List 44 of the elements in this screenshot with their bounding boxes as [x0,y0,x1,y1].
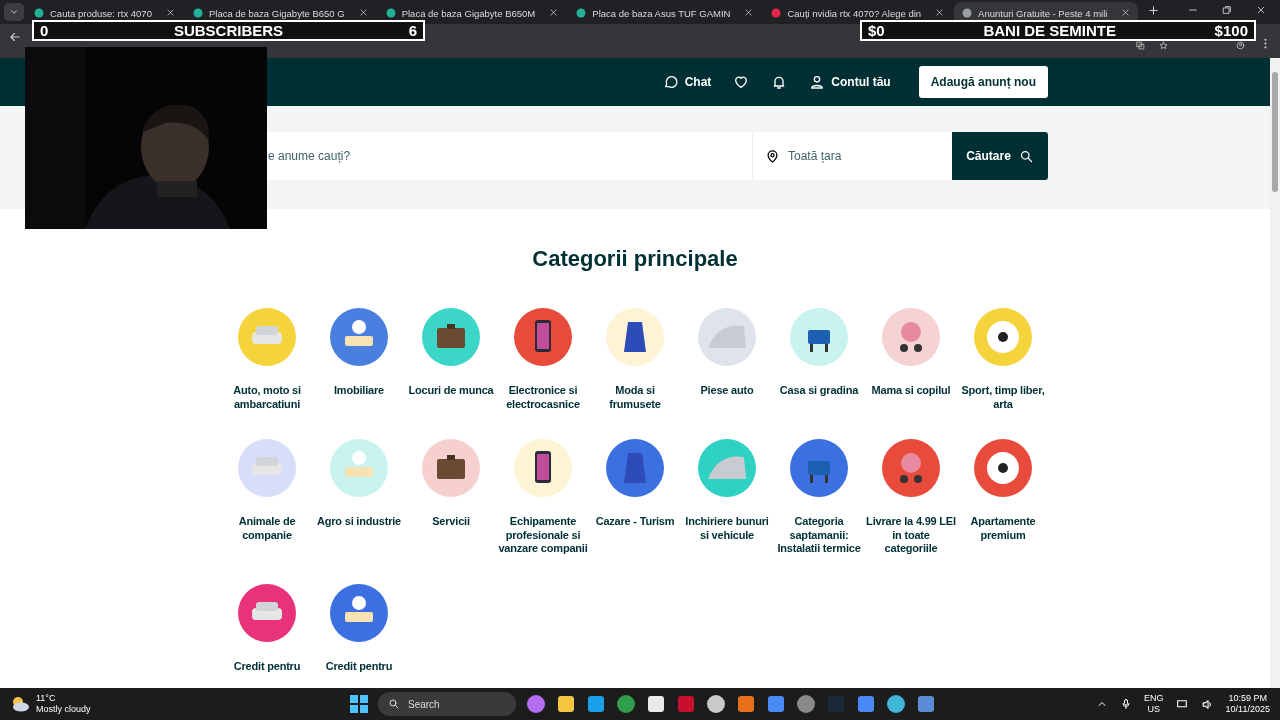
account-link[interactable]: Contul tău [809,74,891,90]
chat-link[interactable]: Chat [662,74,712,90]
category-link[interactable]: Imobiliare [313,384,405,398]
language-text: ENG [1144,693,1164,704]
category-link[interactable]: Auto, moto si ambarcatiuni [221,384,313,411]
browser-tab[interactable]: Placa de baza Gigabyte B650 G [208,7,345,19]
goal-value: $100 [1214,22,1248,39]
category-link[interactable]: Moda si frumusete [589,384,681,411]
category-link[interactable]: Inchiriere bunuri si vehicule [681,515,773,542]
browser-tab[interactable]: Placa de baza Asus TUF GAMIN [592,7,731,19]
taskbar-search[interactable]: Search [378,692,516,716]
category-link[interactable]: Locuri de munca [405,384,497,398]
category-link[interactable]: Sport, timp liber, arta [957,384,1049,411]
category-link[interactable]: Animale de companie [221,515,313,542]
category-link[interactable]: Electronice si electrocasnice [497,384,589,411]
browser-tab[interactable]: Cauta produse: rtx 4070 [50,7,152,19]
category-link[interactable]: Mama si copilul [865,384,957,398]
category-link[interactable]: Casa si gradina [773,384,865,398]
category-link[interactable]: Categoria saptamanii: Instalatii termice [773,515,865,556]
category-link[interactable]: Livrare la 4.99 LEI in toate categoriile [865,515,957,556]
counter-value: 0 [40,22,49,39]
clock-time: 10:59 PM [1227,693,1269,704]
temperature: 11°C [36,693,57,704]
goal-label: BANI DE SEMINTE [983,22,1116,39]
category-link[interactable]: Piese auto [681,384,773,398]
search-field[interactable]: e anume cauți? [268,132,752,180]
category-link[interactable]: Credit pentru [313,659,405,673]
section-title: Categorii principale [532,246,738,272]
browser-tab[interactable]: Placa de baza Gigabyte B650M [401,7,536,19]
counter-value: 6 [408,22,417,39]
category-link[interactable]: Cazare - Turism [589,515,681,529]
goal-value: $0 [868,22,885,39]
category-link[interactable]: Apartamente premium [957,515,1049,542]
region-text: US [1146,704,1162,715]
clock-date: 10/11/2025 [1225,704,1270,715]
counter-label: SUBSCRIBERS [173,22,284,39]
search-button[interactable]: Căutare [952,132,1048,180]
category-link[interactable]: Agro si industrie [313,515,405,529]
browser-tab[interactable]: Cauți nvidia rtx 4070? Alege din [787,7,922,19]
post-ad-button[interactable]: Adaugă anunț nou [918,66,1048,98]
weather-text: Mostly cloudy [36,704,91,715]
category-link[interactable]: Echipamente profesionale si vanzare companii [497,515,589,556]
category-link[interactable]: Credit pentru [221,659,313,673]
category-link[interactable]: Servicii [405,515,497,529]
